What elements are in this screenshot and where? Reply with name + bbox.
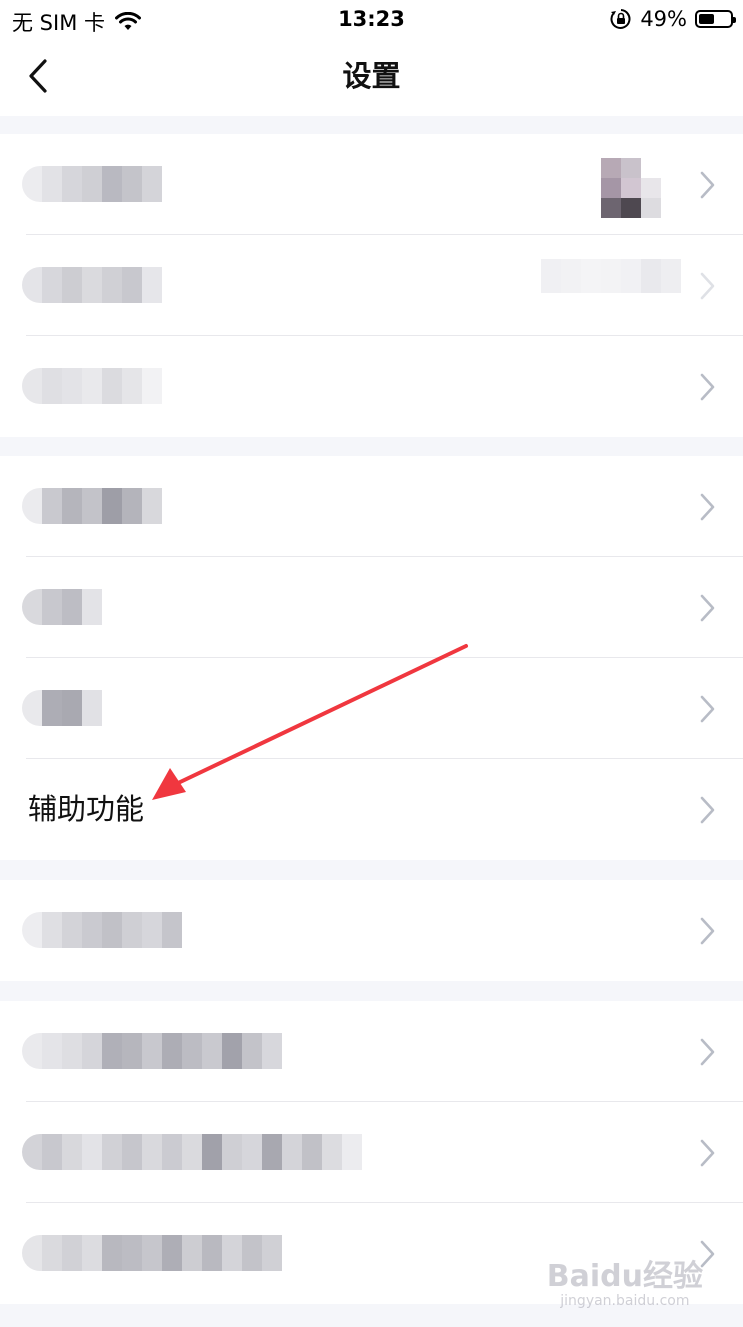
chevron-right-icon [700, 1139, 715, 1167]
watermark-brand: Baidu经验 [546, 1259, 703, 1294]
settings-section-1 [0, 134, 743, 437]
settings-screen: 无 SIM 卡 13:23 49% 设置 辅助功能 Baidu经验 jingya… [0, 0, 743, 1327]
avatar [601, 158, 681, 218]
redacted-label [22, 368, 162, 404]
settings-row[interactable] [0, 235, 743, 336]
redacted-label [22, 488, 162, 524]
redacted-label [22, 589, 102, 625]
chevron-right-icon [700, 272, 715, 300]
redacted-value [541, 259, 681, 293]
status-right: 49% [610, 7, 736, 31]
redacted-label [22, 267, 162, 303]
settings-section-2: 辅助功能 [0, 456, 743, 860]
page-title: 设置 [342, 59, 401, 93]
battery-percent: 49% [640, 7, 687, 31]
row-label: 辅助功能 [28, 792, 145, 826]
chevron-right-icon [700, 917, 715, 945]
chevron-right-icon [700, 171, 715, 199]
settings-row[interactable] [0, 880, 743, 981]
chevron-right-icon [700, 493, 715, 521]
redacted-label [22, 1033, 282, 1069]
chevron-right-icon [700, 373, 715, 401]
status-bar: 无 SIM 卡 13:23 49% [0, 0, 743, 38]
settings-row[interactable] [0, 1102, 743, 1203]
orientation-lock-icon [610, 9, 631, 29]
redacted-label [22, 690, 102, 726]
redacted-label [22, 166, 162, 202]
settings-row[interactable] [0, 1001, 743, 1102]
battery-icon [695, 10, 736, 28]
settings-row[interactable] [0, 134, 743, 235]
settings-section-3 [0, 880, 743, 981]
redacted-label [22, 912, 182, 948]
chevron-right-icon [700, 594, 715, 622]
battery-fill [699, 14, 714, 24]
settings-row[interactable] [0, 336, 743, 437]
baidu-watermark: Baidu经验 jingyan.baidu.com [546, 1259, 703, 1310]
watermark-url: jingyan.baidu.com [560, 1293, 690, 1309]
chevron-right-icon [700, 695, 715, 723]
settings-row[interactable] [0, 658, 743, 759]
settings-row-accessibility[interactable]: 辅助功能 [0, 759, 743, 860]
chevron-right-icon [700, 796, 715, 824]
redacted-label [22, 1235, 282, 1271]
nav-bar: 设置 [0, 38, 743, 116]
redacted-label [22, 1134, 362, 1170]
settings-row[interactable] [0, 456, 743, 557]
chevron-right-icon [700, 1038, 715, 1066]
settings-row[interactable] [0, 557, 743, 658]
